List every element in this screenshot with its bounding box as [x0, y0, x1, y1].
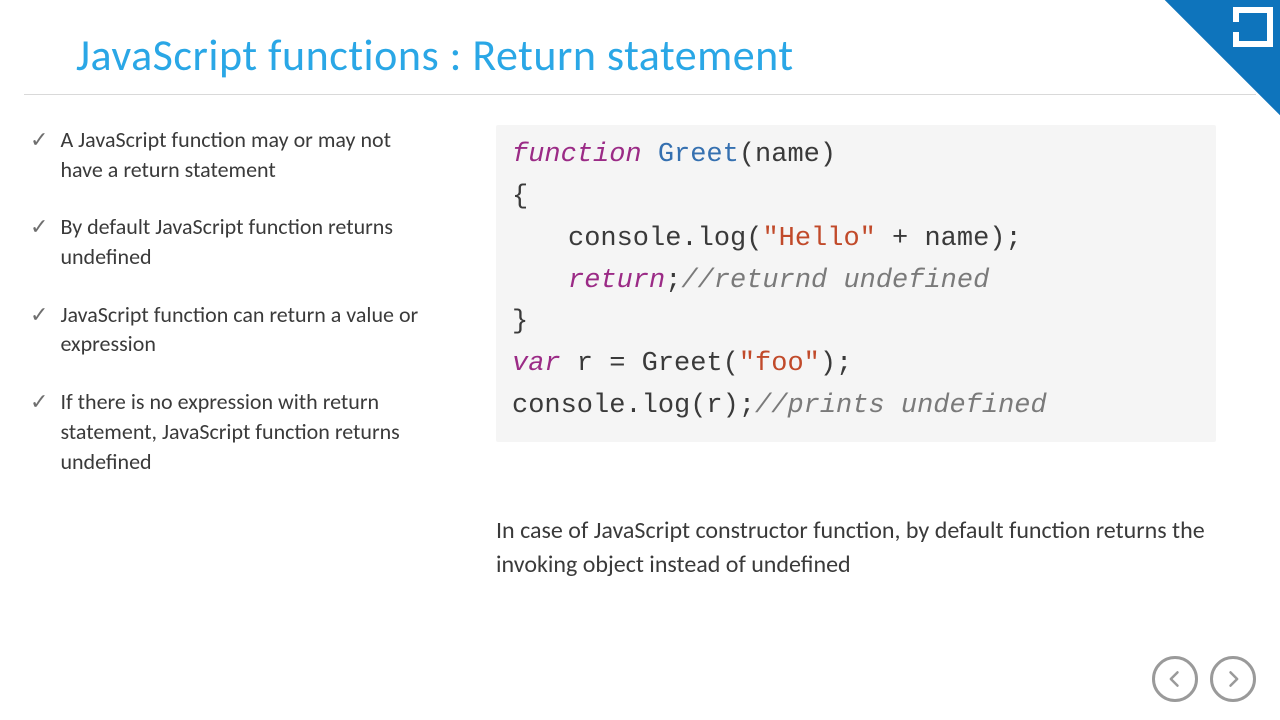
- code-text: (name): [739, 140, 836, 170]
- bullet-text: A JavaScript function may or may not hav…: [60, 125, 424, 184]
- code-text: );: [820, 349, 852, 379]
- code-text: ;: [665, 266, 681, 296]
- code-line: return;//returnd undefined: [512, 261, 1200, 303]
- check-icon: ✓: [30, 125, 48, 155]
- code-line: console.log("Hello" + name);: [512, 219, 1200, 261]
- bullet-text: JavaScript function can return a value o…: [60, 300, 424, 359]
- bullet-text: If there is no expression with return st…: [60, 387, 424, 476]
- code-line: function Greet(name): [512, 135, 1200, 177]
- nav-buttons: [1152, 656, 1256, 702]
- bullet-item: ✓ JavaScript function can return a value…: [30, 300, 424, 359]
- right-column: function Greet(name) { console.log("Hell…: [424, 125, 1256, 581]
- bullet-item: ✓ A JavaScript function may or may not h…: [30, 125, 424, 184]
- code-keyword: function: [512, 140, 642, 170]
- code-text: }: [512, 307, 528, 337]
- arrow-left-icon: [1165, 669, 1185, 689]
- prev-button[interactable]: [1152, 656, 1198, 702]
- code-text: + name);: [876, 224, 1022, 254]
- bullet-list: ✓ A JavaScript function may or may not h…: [24, 125, 424, 581]
- check-icon: ✓: [30, 300, 48, 330]
- code-line: }: [512, 302, 1200, 344]
- bullet-text: By default JavaScript function returns u…: [60, 212, 424, 271]
- bullet-item: ✓ By default JavaScript function returns…: [30, 212, 424, 271]
- code-keyword: return: [568, 266, 665, 296]
- code-text: console.log(: [568, 224, 762, 254]
- code-fn-name: Greet: [642, 140, 739, 170]
- content-row: ✓ A JavaScript function may or may not h…: [0, 95, 1280, 581]
- code-line: console.log(r);//prints undefined: [512, 386, 1200, 428]
- code-keyword: var: [512, 349, 561, 379]
- slide-title: JavaScript functions : Return statement: [0, 0, 1280, 94]
- code-comment: //returnd undefined: [681, 266, 989, 296]
- code-string: "foo": [739, 349, 820, 379]
- code-text: r = Greet(: [561, 349, 739, 379]
- code-text: {: [512, 182, 528, 212]
- footnote-text: In case of JavaScript constructor functi…: [496, 514, 1216, 581]
- bullet-item: ✓ If there is no expression with return …: [30, 387, 424, 476]
- arrow-right-icon: [1223, 669, 1243, 689]
- check-icon: ✓: [30, 387, 48, 417]
- code-string: "Hello": [762, 224, 875, 254]
- code-line: var r = Greet("foo");: [512, 344, 1200, 386]
- check-icon: ✓: [30, 212, 48, 242]
- next-button[interactable]: [1210, 656, 1256, 702]
- code-comment: //prints undefined: [755, 391, 1047, 421]
- code-text: console.log(r);: [512, 391, 755, 421]
- slide: JavaScript functions : Return statement …: [0, 0, 1280, 720]
- code-snippet: function Greet(name) { console.log("Hell…: [496, 125, 1216, 442]
- code-line: {: [512, 177, 1200, 219]
